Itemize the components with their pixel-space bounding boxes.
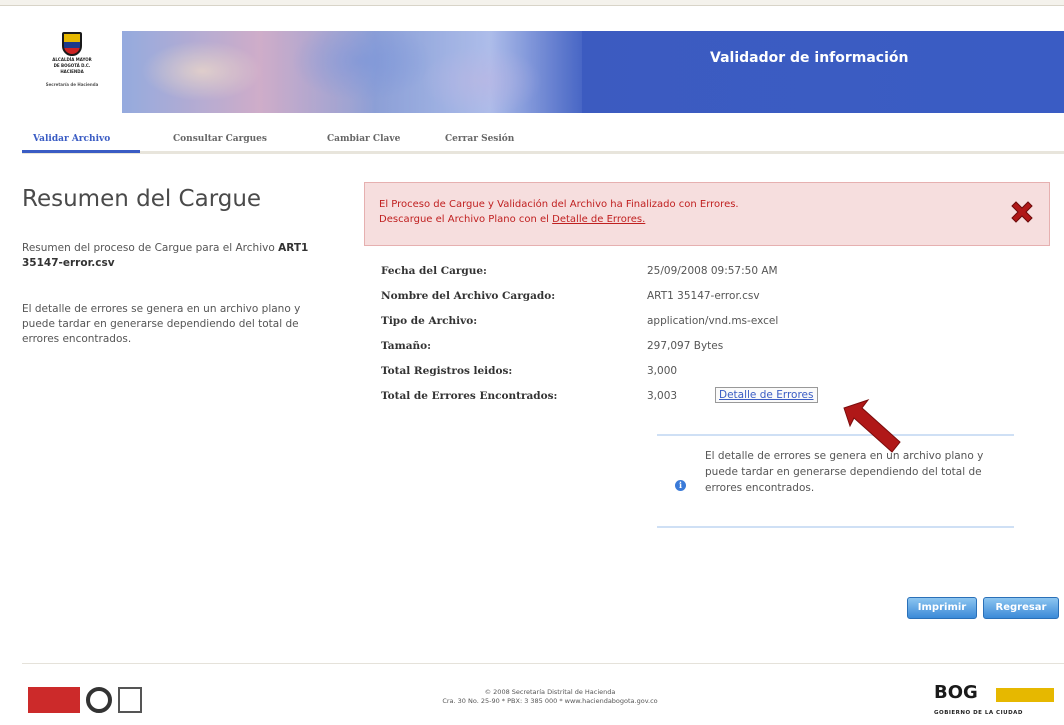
footer-address: Cra. 30 No. 25-90 * PBX: 3 385 000 * www… [442, 697, 658, 705]
footer-divider [22, 663, 1064, 664]
detail-label: Tipo de Archivo: [381, 315, 478, 327]
detail-row-fecha: Fecha del Cargue: 25/09/2008 09:57:50 AM [381, 265, 1051, 285]
detalle-errores-button[interactable]: Detalle de Errores [715, 387, 818, 403]
logo-line-3: HACIENDA [60, 69, 84, 74]
detail-row-tipo: Tipo de Archivo: application/vnd.ms-exce… [381, 315, 1051, 335]
error-message: El Proceso de Cargue y Validación del Ar… [379, 197, 739, 227]
detail-label: Tamaño: [381, 340, 432, 352]
detail-row-errores: Total de Errores Encontrados: 3,003 Deta… [381, 387, 1051, 410]
bogota-logo-subtitle: GOBIERNO DE LA CIUDAD [934, 710, 1023, 716]
detail-label: Nombre del Archivo Cargado: [381, 290, 556, 302]
iqnet-logo [28, 687, 80, 713]
detail-value: application/vnd.ms-excel [647, 315, 779, 327]
detail-row-nombre: Nombre del Archivo Cargado: ART1 35147-e… [381, 290, 1051, 310]
error-line-2-prefix: Descargue el Archivo Plano con el [379, 214, 549, 225]
detail-row-tamano: Tamaño: 297,097 Bytes [381, 340, 1051, 360]
logo-subtitle: Secretaría de Hacienda [45, 82, 99, 87]
footer-copyright: © 2008 Secretaría Distrital de Hacienda [484, 688, 616, 696]
error-alert: El Proceso de Cargue y Validación del Ar… [364, 182, 1050, 246]
bogota-logo-band [996, 688, 1054, 702]
header-banner [122, 31, 1064, 113]
info-tooltip: i El detalle de errores se genera en un … [657, 434, 1014, 528]
tab-validar-archivo[interactable]: Validar Archivo [33, 134, 110, 144]
detail-value: 3,000 [647, 365, 678, 377]
alcaldia-logo: ALCALDÍA MAYOR DE BOGOTÁ D.C. HACIENDA S… [22, 28, 122, 112]
coat-of-arms-icon [62, 32, 82, 56]
footer-text: © 2008 Secretaría Distrital de Hacienda … [360, 688, 740, 706]
detail-label: Fecha del Cargue: [381, 265, 487, 277]
banner-photo [122, 31, 582, 113]
summary-text: Resumen del proceso de Cargue para el Ar… [22, 241, 322, 271]
detail-value: ART1 35147-error.csv [647, 290, 760, 302]
detail-value: 297,097 Bytes [647, 340, 724, 352]
detail-value: 3,003 [647, 390, 678, 402]
summary-note: El detalle de errores se genera en un ar… [22, 303, 301, 345]
error-line-1: El Proceso de Cargue y Validación del Ar… [379, 199, 739, 210]
certification-seal-icon [86, 687, 112, 713]
active-tab-indicator [22, 150, 140, 153]
icontec-logo [118, 687, 142, 713]
tab-consultar-cargues[interactable]: Consultar Cargues [173, 134, 267, 144]
close-x-icon [1011, 201, 1033, 223]
certification-logos [28, 686, 166, 714]
tab-cambiar-clave[interactable]: Cambiar Clave [327, 134, 400, 144]
info-icon: i [675, 480, 686, 491]
detail-value: 25/09/2008 09:57:50 AM [647, 265, 778, 277]
error-detail-link[interactable]: Detalle de Errores. [552, 214, 645, 225]
tab-cerrar-sesion[interactable]: Cerrar Sesión [445, 134, 514, 144]
page-title: Resumen del Cargue [22, 186, 262, 212]
logo-line-1: ALCALDÍA MAYOR [52, 57, 92, 62]
detail-row-registros: Total Registros leidos: 3,000 [381, 365, 1051, 385]
detail-label: Total de Errores Encontrados: [381, 390, 558, 402]
summary-prefix: Resumen del proceso de Cargue para el Ar… [22, 242, 275, 254]
logo-line-2: DE BOGOTÁ D.C. [53, 63, 91, 68]
pointer-arrow-icon [843, 399, 901, 453]
print-button[interactable]: Imprimir [907, 597, 977, 619]
top-rule [0, 0, 1064, 6]
app-title: Validador de información [710, 50, 909, 66]
error-line-2: Descargue el Archivo Plano con el Detall… [379, 212, 739, 227]
detail-label: Total Registros leidos: [381, 365, 513, 377]
bogota-logo-text: BOG [934, 682, 978, 703]
main-nav: Validar Archivo Consultar Cargues Cambia… [22, 120, 1064, 154]
bogota-logo: BOG GOBIERNO DE LA CIUDAD [934, 682, 1056, 720]
back-button[interactable]: Regresar [983, 597, 1059, 619]
